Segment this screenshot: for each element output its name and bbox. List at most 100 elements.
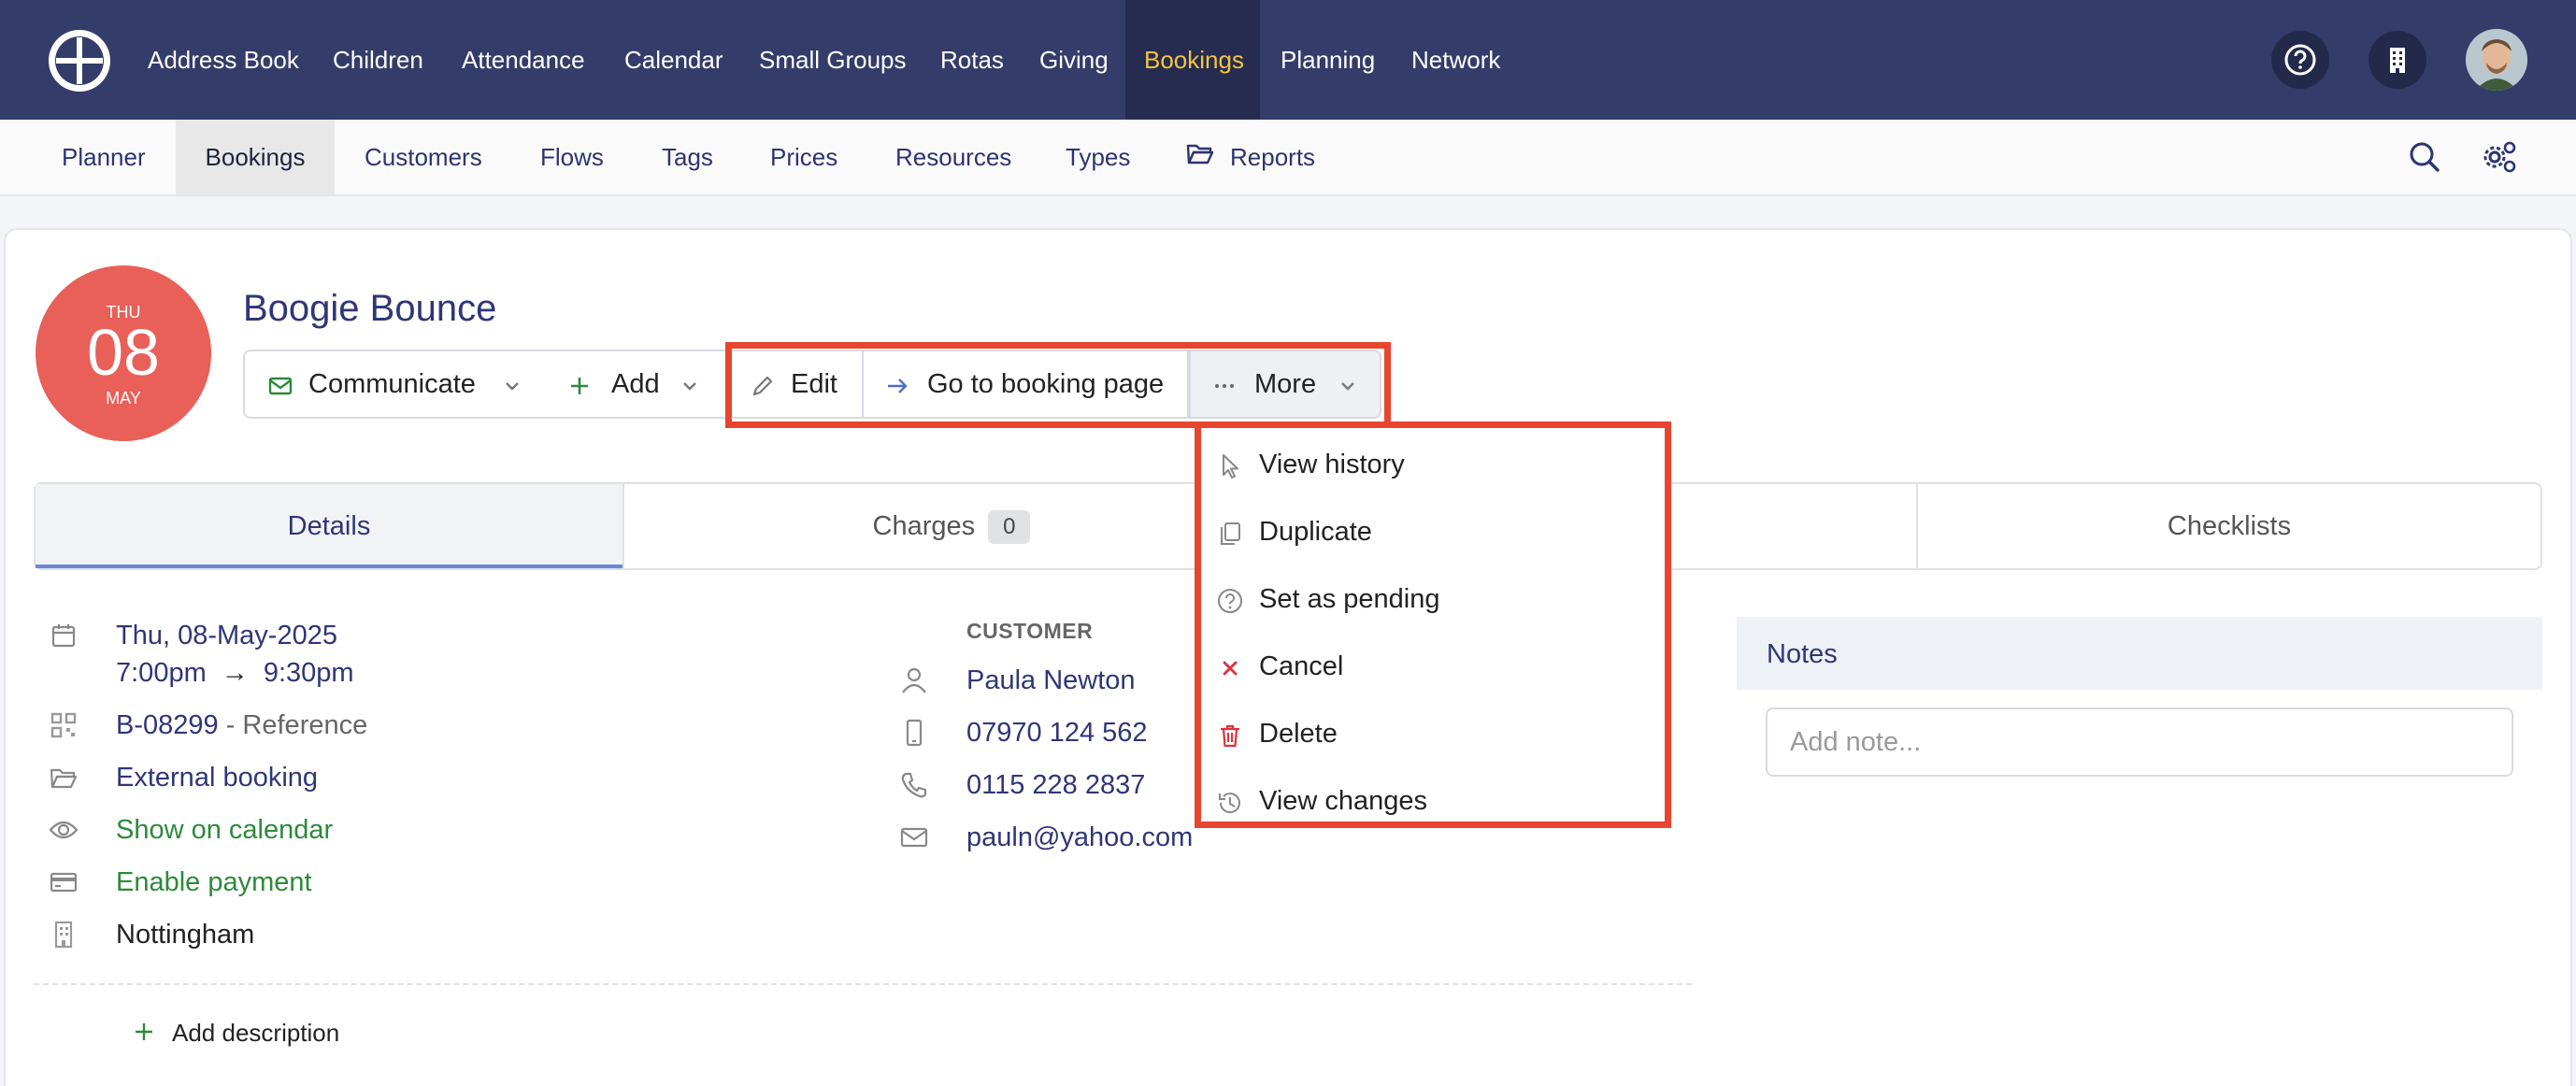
menu-item-view-history[interactable]: View history bbox=[1201, 434, 1665, 501]
topnav-small-groups[interactable]: Small Groups bbox=[759, 0, 907, 120]
credit-card-icon bbox=[49, 867, 79, 897]
pencil-icon bbox=[752, 376, 773, 396]
communicate-button[interactable]: Communicate bbox=[243, 350, 548, 419]
subnav-planner[interactable]: Planner bbox=[62, 120, 146, 194]
chevron-down-icon bbox=[1341, 382, 1354, 391]
date-badge-month: MAY bbox=[106, 389, 141, 407]
sub-navigation: Planner Bookings Customers Flows Tags Pr… bbox=[0, 120, 2576, 196]
edit-button[interactable]: Edit bbox=[733, 350, 864, 419]
customer-name[interactable]: Paula Newton bbox=[966, 665, 1136, 696]
app-logo-icon[interactable] bbox=[49, 30, 110, 92]
customer-email[interactable]: pauln@yahoo.com bbox=[966, 822, 1193, 853]
topnav-children[interactable]: Children bbox=[333, 0, 423, 120]
notes-title: Notes bbox=[1767, 639, 1838, 669]
show-on-calendar[interactable]: Show on calendar bbox=[116, 815, 333, 846]
menu-item-label: Set as pending bbox=[1259, 584, 1440, 614]
help-button[interactable] bbox=[2271, 31, 2329, 89]
booking-type[interactable]: External booking bbox=[116, 763, 318, 793]
history-icon bbox=[1219, 793, 1240, 814]
booking-time-end: 9:30pm bbox=[263, 658, 354, 688]
subnav-bookings[interactable]: Bookings bbox=[176, 120, 335, 194]
booking-reference[interactable]: B-08299 - Reference bbox=[116, 710, 367, 741]
subnav-types[interactable]: Types bbox=[1066, 120, 1130, 194]
communicate-label: Communicate bbox=[308, 369, 476, 399]
menu-item-duplicate[interactable]: Duplicate bbox=[1201, 501, 1665, 568]
subnav-resources[interactable]: Resources bbox=[895, 120, 1011, 194]
topnav-giving[interactable]: Giving bbox=[1039, 0, 1109, 120]
cursor-icon bbox=[1223, 454, 1238, 479]
enable-payment[interactable]: Enable payment bbox=[116, 867, 312, 898]
date-badge: THU 08 MAY bbox=[36, 265, 211, 441]
chevron-down-icon bbox=[506, 382, 519, 391]
topnav-network[interactable]: Network bbox=[1411, 0, 1500, 120]
topnav-attendance[interactable]: Attendance bbox=[462, 0, 585, 120]
organisation-button[interactable] bbox=[2368, 31, 2426, 89]
booking-time[interactable]: 7:00pm → 9:30pm bbox=[116, 658, 354, 689]
mobile-phone-icon bbox=[899, 718, 929, 748]
booking-location[interactable]: Nottingham bbox=[116, 920, 254, 950]
booking-date[interactable]: Thu, 08-May-2025 bbox=[116, 621, 337, 651]
envelope-icon bbox=[268, 377, 293, 395]
menu-item-delete[interactable]: Delete bbox=[1201, 703, 1665, 770]
chevron-down-icon bbox=[683, 382, 696, 391]
topnav-address-book[interactable]: Address Book bbox=[148, 0, 299, 120]
question-circle-icon bbox=[1218, 589, 1242, 613]
topnav-bookings[interactable]: Bookings bbox=[1125, 0, 1260, 120]
tab-charges-label: Charges bbox=[872, 511, 976, 541]
subnav-flows[interactable]: Flows bbox=[540, 120, 604, 194]
menu-item-view-changes[interactable]: View changes bbox=[1201, 770, 1665, 837]
menu-item-label: Cancel bbox=[1259, 651, 1344, 681]
booking-title: Boogie Bounce bbox=[243, 288, 497, 329]
menu-item-label: Duplicate bbox=[1259, 517, 1372, 547]
search-icon[interactable] bbox=[2404, 136, 2445, 178]
booking-time-start: 7:00pm bbox=[116, 658, 207, 688]
tab-charges[interactable]: Charges 0 bbox=[624, 484, 1279, 568]
copy-icon bbox=[1221, 522, 1240, 545]
add-description-link[interactable]: Add description bbox=[172, 1019, 339, 1048]
booking-reference-id: B-08299 bbox=[116, 710, 219, 740]
menu-item-set-as-pending[interactable]: Set as pending bbox=[1201, 568, 1665, 636]
notes-panel-header: Notes bbox=[1737, 617, 2542, 690]
user-avatar[interactable] bbox=[2466, 29, 2527, 91]
add-button[interactable]: Add bbox=[546, 350, 727, 419]
building-icon bbox=[2390, 48, 2405, 73]
customer-phone[interactable]: 0115 228 2837 bbox=[966, 770, 1145, 801]
subnav-customers[interactable]: Customers bbox=[365, 120, 482, 194]
qr-code-icon bbox=[49, 710, 79, 740]
topnav-rotas[interactable]: Rotas bbox=[940, 0, 1004, 120]
more-label: More bbox=[1254, 369, 1317, 399]
subnav-prices[interactable]: Prices bbox=[770, 120, 837, 194]
customer-section-label: CUSTOMER bbox=[966, 619, 1094, 643]
eye-icon bbox=[49, 815, 79, 845]
more-button[interactable]: More bbox=[1189, 350, 1381, 419]
booking-reference-label: - Reference bbox=[225, 710, 368, 740]
folder-icon bbox=[49, 763, 79, 793]
customer-mobile[interactable]: 07970 124 562 bbox=[966, 718, 1148, 749]
building-icon bbox=[49, 920, 79, 950]
topnav-calendar[interactable]: Calendar bbox=[624, 0, 723, 120]
arrow-right-icon bbox=[888, 379, 908, 393]
subnav-tags[interactable]: Tags bbox=[662, 120, 713, 194]
notes-input[interactable] bbox=[1766, 707, 2513, 777]
calendar-icon bbox=[49, 621, 79, 650]
tab-details[interactable]: Details bbox=[36, 484, 623, 568]
envelope-icon bbox=[899, 822, 929, 852]
tab-checklists[interactable]: Checklists bbox=[1918, 484, 2540, 568]
menu-item-label: View changes bbox=[1259, 786, 1428, 816]
subnav-reports[interactable]: Reports bbox=[1230, 120, 1315, 194]
go-to-booking-page-button[interactable]: Go to booking page bbox=[862, 350, 1189, 419]
charges-count-badge: 0 bbox=[988, 510, 1031, 545]
add-label: Add bbox=[611, 369, 660, 399]
settings-gear-icon[interactable] bbox=[2479, 136, 2520, 178]
time-arrow: → bbox=[221, 658, 249, 688]
go-to-booking-page-label: Go to booking page bbox=[927, 369, 1165, 399]
phone-icon bbox=[899, 770, 929, 800]
topnav-planning[interactable]: Planning bbox=[1281, 0, 1375, 120]
menu-item-label: View history bbox=[1259, 450, 1405, 479]
trash-icon bbox=[1221, 724, 1239, 748]
date-badge-day: 08 bbox=[87, 316, 160, 389]
plus-icon bbox=[136, 1023, 152, 1040]
menu-item-cancel[interactable]: Cancel bbox=[1201, 636, 1665, 703]
x-icon bbox=[1223, 661, 1238, 676]
user-icon bbox=[899, 665, 929, 695]
